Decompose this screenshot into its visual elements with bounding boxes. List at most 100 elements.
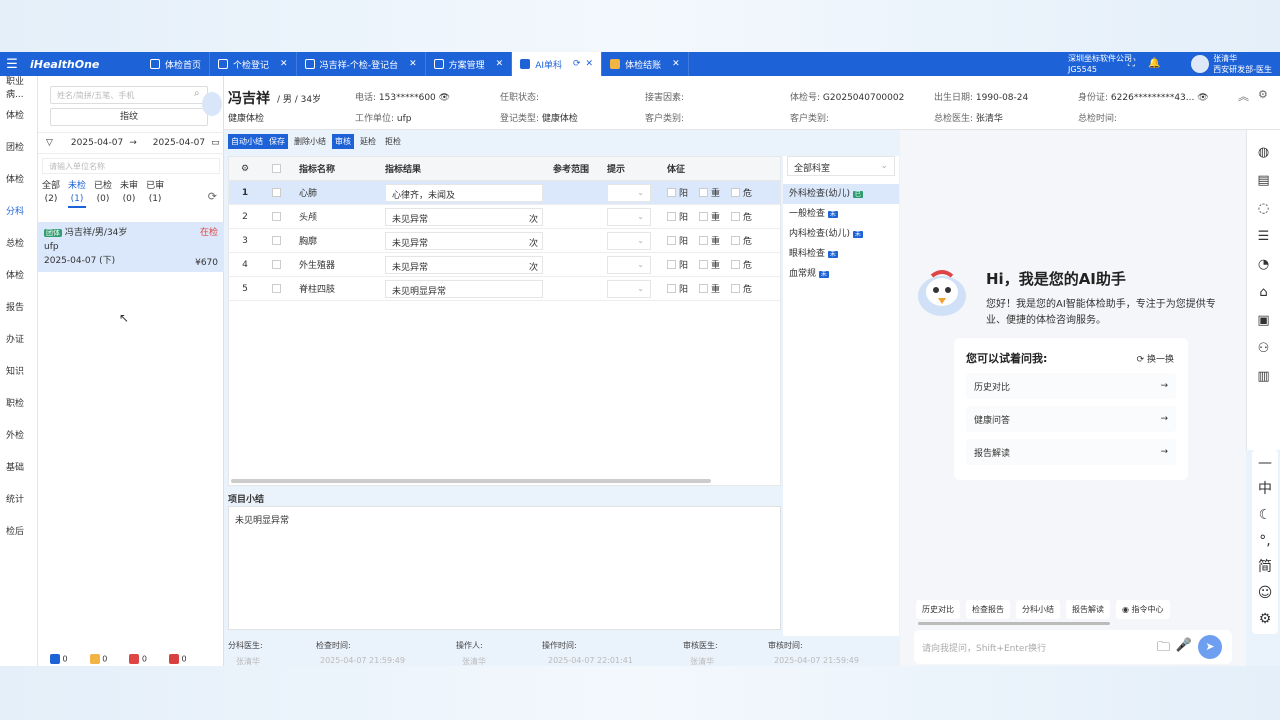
op-time-input[interactable]: 2025-04-07 22:01:41 xyxy=(548,656,633,665)
minus-icon[interactable]: — xyxy=(1252,450,1278,476)
gear-icon[interactable]: ⚙ xyxy=(1252,606,1278,632)
quick-interpret-button[interactable]: 报告解读 xyxy=(1066,600,1110,619)
row-checkbox[interactable] xyxy=(271,212,281,221)
result-input[interactable]: 未见异常次 xyxy=(385,231,543,250)
date-range[interactable]: ▽ 2025-04-07 → 2025-04-07 ▭ xyxy=(38,132,224,154)
eye-icon[interactable]: 👁 xyxy=(439,93,450,103)
nav-item[interactable]: 外检 xyxy=(0,418,37,450)
nav-item[interactable]: 总检 xyxy=(0,226,37,258)
row-checkbox[interactable] xyxy=(271,236,281,245)
command-center-button[interactable]: ◉ 指令中心 xyxy=(1116,600,1170,619)
refresh-icon[interactable]: ⟳ xyxy=(208,190,217,203)
patient-card[interactable]: 团体 冯吉祥/男/34岁 ufp 2025-04-07 (下) 在检 ¥670 xyxy=(38,222,224,272)
filter-all[interactable]: 全部 (2) xyxy=(42,180,60,208)
microphone-icon[interactable]: 🎤 xyxy=(1176,638,1192,653)
fullscreen-icon[interactable]: ⛶ xyxy=(1128,58,1140,70)
row-checkbox[interactable] xyxy=(271,284,281,293)
nav-item[interactable]: 办证 xyxy=(0,322,37,354)
close-icon[interactable]: ✕ xyxy=(409,59,417,69)
nav-item[interactable]: 知识 xyxy=(0,354,37,386)
quick-summary-button[interactable]: 分科小结 xyxy=(1016,600,1060,619)
suggestion-item[interactable]: 健康问答 → xyxy=(966,406,1176,432)
suggestion-item[interactable]: 报告解读 → xyxy=(966,439,1176,465)
department-item[interactable]: 内科检查(幼儿) 未 xyxy=(783,224,899,244)
nav-item[interactable]: 团检 xyxy=(0,130,37,162)
department-item[interactable]: 眼科检查 未 xyxy=(783,244,899,264)
summary-textarea[interactable]: 未见明显异常 xyxy=(228,506,781,630)
eye-icon[interactable]: 👁 xyxy=(1197,93,1208,103)
yang-checkbox[interactable] xyxy=(667,260,676,269)
filter-icon[interactable]: ▽ xyxy=(46,138,53,148)
zhong-checkbox[interactable] xyxy=(699,236,709,245)
search-icon[interactable]: ⌕ xyxy=(194,88,200,99)
wei-checkbox[interactable] xyxy=(731,212,741,221)
table-row[interactable]: 5 脊柱四肢 未见明显异常 ⌄ 阳重危 xyxy=(229,277,780,301)
hint-select[interactable]: ⌄ xyxy=(607,183,651,202)
wei-checkbox[interactable] xyxy=(731,188,741,197)
department-item[interactable]: 外科检查(幼儿) 已 xyxy=(783,184,899,204)
nav-item[interactable]: 体检 xyxy=(0,258,37,290)
tab-checkout[interactable]: 体检结账 ✕ xyxy=(602,52,689,76)
settings-icon[interactable]: ⚙ xyxy=(1258,88,1268,101)
nav-item[interactable]: 体检 xyxy=(0,162,37,194)
notes-icon[interactable]: ▥ xyxy=(1247,362,1280,390)
delete-summary-button[interactable]: 删除小结 xyxy=(291,134,329,149)
close-icon[interactable]: ✕ xyxy=(586,59,594,69)
yang-checkbox[interactable] xyxy=(667,188,676,197)
department-item[interactable]: 血常规 未 xyxy=(783,264,899,284)
refuse-button[interactable]: 拒检 xyxy=(382,134,404,149)
row-checkbox[interactable] xyxy=(271,260,281,269)
result-input[interactable]: 未见明显异常 xyxy=(385,279,543,298)
hint-select[interactable]: ⌄ xyxy=(607,255,651,274)
quick-history-button[interactable]: 历史对比 xyxy=(916,600,960,619)
send-icon[interactable]: ➤ xyxy=(1198,635,1222,659)
hint-select[interactable]: ⌄ xyxy=(607,279,651,298)
yang-checkbox[interactable] xyxy=(667,284,676,293)
hint-select[interactable]: ⌄ xyxy=(607,207,651,226)
refresh-suggestions-button[interactable]: ⟳ 换一换 xyxy=(1137,352,1174,365)
tag-icon[interactable]: ⌂ xyxy=(1247,278,1280,306)
select-all-checkbox[interactable] xyxy=(271,164,281,173)
dept-doctor-select[interactable]: 张清华 xyxy=(236,656,260,667)
close-icon[interactable]: ✕ xyxy=(496,59,504,69)
table-row[interactable]: 3 胸廓 未见异常次 ⌄ 阳重危 xyxy=(229,229,780,253)
hint-select[interactable]: ⌄ xyxy=(607,231,651,250)
quick-scrollbar[interactable] xyxy=(918,622,1110,625)
calendar-icon[interactable]: ▭ xyxy=(211,138,220,148)
nav-item[interactable]: 体检 xyxy=(0,98,37,130)
collapse-icon[interactable]: ︽ xyxy=(1238,88,1249,104)
zhong-checkbox[interactable] xyxy=(699,212,709,221)
filter-checked[interactable]: 已检 (0) xyxy=(94,180,112,208)
review-button[interactable]: 审核 xyxy=(332,134,354,149)
filter-unchecked[interactable]: 未检 (1) xyxy=(68,180,87,208)
zhong-checkbox[interactable] xyxy=(699,188,709,197)
tab-ai-dept[interactable]: AI单科 ⟳ ✕ xyxy=(512,52,603,76)
yang-checkbox[interactable] xyxy=(667,212,676,221)
settings-icon[interactable]: ⚙ xyxy=(229,164,261,174)
quick-report-button[interactable]: 检查报告 xyxy=(966,600,1010,619)
document-icon[interactable]: ▤ xyxy=(1247,166,1280,194)
wei-checkbox[interactable] xyxy=(731,236,741,245)
department-item[interactable]: 一般检查 未 xyxy=(783,204,899,224)
table-row[interactable]: 4 外生殖器 未见异常次 ⌄ 阳重危 xyxy=(229,253,780,277)
globe-icon[interactable]: ◍ xyxy=(1247,138,1280,166)
zhong-checkbox[interactable] xyxy=(699,284,709,293)
list-icon[interactable]: ☰ xyxy=(1247,222,1280,250)
department-select[interactable]: 全部科室 ⌄ xyxy=(787,156,895,176)
tab-individual-register[interactable]: 个检登记 ✕ xyxy=(210,52,297,76)
unit-input[interactable]: 请输入单位名称 xyxy=(42,158,220,174)
check-time-input[interactable]: 2025-04-07 21:59:49 xyxy=(320,656,405,665)
nav-item[interactable]: 报告 xyxy=(0,290,37,322)
pie-chart-icon[interactable]: ◔ xyxy=(1247,250,1280,278)
refresh-icon[interactable]: ⟳ xyxy=(573,59,581,69)
close-icon[interactable]: ✕ xyxy=(672,59,680,69)
review-time-input[interactable]: 2025-04-07 21:59:49 xyxy=(774,656,859,665)
suggestion-item[interactable]: 历史对比 → xyxy=(966,373,1176,399)
result-input[interactable]: 心律齐，未闻及 xyxy=(385,183,543,202)
zhong-checkbox[interactable] xyxy=(699,260,709,269)
patient-search-input[interactable]: 姓名/简拼/五笔、手机 xyxy=(50,86,208,104)
filter-reviewed[interactable]: 已审 (1) xyxy=(146,180,164,208)
nav-item[interactable]: 基础 xyxy=(0,450,37,482)
menu-icon[interactable]: ☰ xyxy=(0,52,24,76)
wei-checkbox[interactable] xyxy=(731,260,741,269)
